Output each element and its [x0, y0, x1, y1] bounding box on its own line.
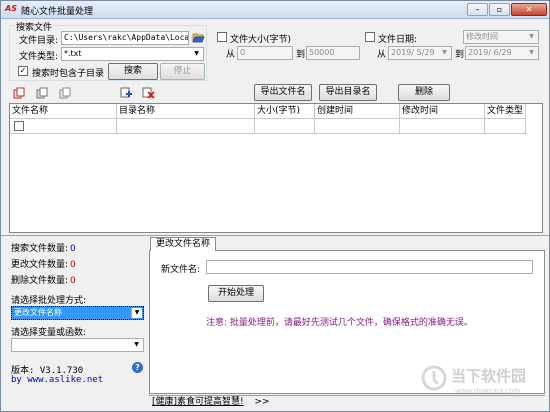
search-button[interactable]: 搜索 [108, 63, 158, 80]
variable-select[interactable]: ▼ [11, 338, 144, 352]
process-mode-select[interactable]: 更改文件名称 ▼ [11, 306, 144, 320]
table-cell[interactable] [10, 119, 117, 134]
table-cell[interactable] [485, 119, 526, 134]
title-bar[interactable]: AS 随心文件批量处理 – ▫ ✕ [1, 1, 549, 19]
chevron-down-icon: ▼ [529, 33, 534, 40]
close-button[interactable]: ✕ [511, 3, 547, 16]
date-from-picker[interactable]: 2019/ 5/29 ▼ [388, 46, 452, 60]
changed-count-label: 更改文件数量: [11, 260, 69, 270]
chevron-down-icon: ▼ [134, 341, 139, 348]
search-group-title: 搜索文件 [15, 20, 54, 33]
file-table[interactable]: 文件名称 目录名称 大小(字节) 创建时间 修改时间 文件类型 [9, 103, 543, 233]
chevron-down-icon: ▼ [194, 50, 199, 57]
type-label: 文件类型: [19, 52, 59, 62]
folder-open-icon[interactable] [192, 32, 205, 43]
size-to-input[interactable]: 50000 [306, 46, 360, 60]
main-window: AS 随心文件批量处理 – ▫ ✕ 搜索文件 文件目录: C:\Users\ra… [0, 0, 550, 412]
column-header[interactable]: 文件类型 [485, 104, 526, 119]
date-type-select[interactable]: 修改时间 ▼ [463, 30, 539, 44]
status-more[interactable]: >> [255, 397, 270, 407]
start-process-button[interactable]: 开始处理 [208, 285, 264, 302]
dir-label: 文件目录: [19, 36, 59, 46]
chevron-down-icon: ▼ [131, 308, 142, 318]
column-header[interactable]: 大小(字节) [255, 104, 315, 119]
chevron-down-icon: ▼ [442, 49, 447, 56]
table-cell[interactable] [117, 119, 255, 134]
changed-count-value: 0 [70, 260, 76, 270]
searched-count-label: 搜索文件数量: [11, 244, 69, 254]
watermark-text: 当下软件园 [451, 367, 527, 385]
deselect-icon[interactable] [59, 87, 72, 99]
size-filter-checkbox[interactable] [217, 32, 227, 42]
date-to-picker[interactable]: 2019/ 6/29 ▼ [465, 46, 539, 60]
column-header[interactable]: 文件名称 [10, 104, 117, 119]
date-filter-checkbox[interactable] [365, 32, 375, 42]
file-type-select[interactable]: *.txt ▼ [61, 47, 204, 61]
minimize-button[interactable]: – [467, 3, 488, 16]
notice-text: 注意: 批量处理前，请最好先测试几个文件，确保格式的准确无误。 [206, 318, 473, 328]
row-checkbox[interactable] [14, 121, 24, 131]
new-name-label: 新文件名: [161, 265, 201, 275]
column-header[interactable]: 创建时间 [315, 104, 400, 119]
directory-input[interactable]: C:\Users\rakc\AppData\Local\Te [61, 31, 189, 45]
include-subdirs-label: 搜索时包含子目录 [32, 69, 105, 79]
export-dirnames-button[interactable]: 导出目录名 [319, 84, 377, 101]
date-from-value: 2019/ 5/29 [391, 48, 435, 57]
variable-label: 请选择变量或函数: [11, 328, 87, 338]
stop-button[interactable]: 停止 [160, 63, 205, 80]
help-icon[interactable]: ? [132, 362, 143, 373]
changed-count: 更改文件数量: 0 [11, 257, 76, 270]
status-bar: [健康]素食可提高智慧! >> [149, 395, 545, 409]
date-to-value: 2019/ 6/29 [468, 48, 512, 57]
deleted-count: 删除文件数量: 0 [11, 273, 76, 286]
include-subdirs-checkbox[interactable]: ✓ [18, 66, 28, 76]
new-name-input[interactable] [206, 260, 533, 274]
watermark-logo-icon [421, 365, 447, 391]
app-logo: AS [5, 4, 17, 13]
deleted-count-label: 删除文件数量: [11, 276, 69, 286]
export-filenames-button[interactable]: 导出文件名 [254, 84, 312, 101]
invert-selection-icon[interactable] [36, 87, 49, 99]
maximize-button[interactable]: ▫ [489, 3, 510, 16]
size-filter-label: 文件大小(字节) [230, 35, 292, 45]
date-type-value: 修改时间 [466, 32, 498, 41]
website-link[interactable]: by www.aslike.net [11, 375, 103, 385]
size-from-label: 从 [226, 50, 236, 60]
watermark-url: www.downxia.com [455, 387, 521, 395]
date-from-label: 从 [377, 50, 387, 60]
process-mode-value: 更改文件名称 [14, 308, 62, 317]
file-type-value: *.txt [64, 49, 82, 58]
column-header[interactable]: 目录名称 [117, 104, 255, 119]
splitter[interactable] [1, 235, 549, 236]
table-cell[interactable] [255, 119, 315, 134]
remove-icon[interactable] [142, 87, 155, 99]
column-header[interactable]: 修改时间 [400, 104, 485, 119]
delete-button[interactable]: 删除 [398, 84, 450, 101]
size-to-label: 到 [296, 50, 306, 60]
table-cell[interactable] [315, 119, 400, 134]
table-cell[interactable] [400, 119, 485, 134]
size-from-input[interactable]: 0 [237, 46, 293, 60]
searched-count: 搜索文件数量: 0 [11, 241, 76, 254]
deleted-count-value: 0 [70, 276, 76, 286]
searched-count-value: 0 [70, 244, 76, 254]
status-tip[interactable]: [健康]素食可提高智慧! [152, 397, 244, 407]
date-to-label: 到 [455, 50, 465, 60]
select-all-icon[interactable] [13, 87, 26, 99]
tab-rename[interactable]: 更改文件名称 [150, 237, 217, 251]
window-title: 随心文件批量处理 [21, 7, 94, 17]
mode-label: 请选择批处理方式: [11, 296, 87, 306]
add-icon[interactable] [120, 87, 133, 99]
date-filter-label: 文件日期: [378, 35, 418, 45]
chevron-down-icon: ▼ [529, 49, 534, 56]
